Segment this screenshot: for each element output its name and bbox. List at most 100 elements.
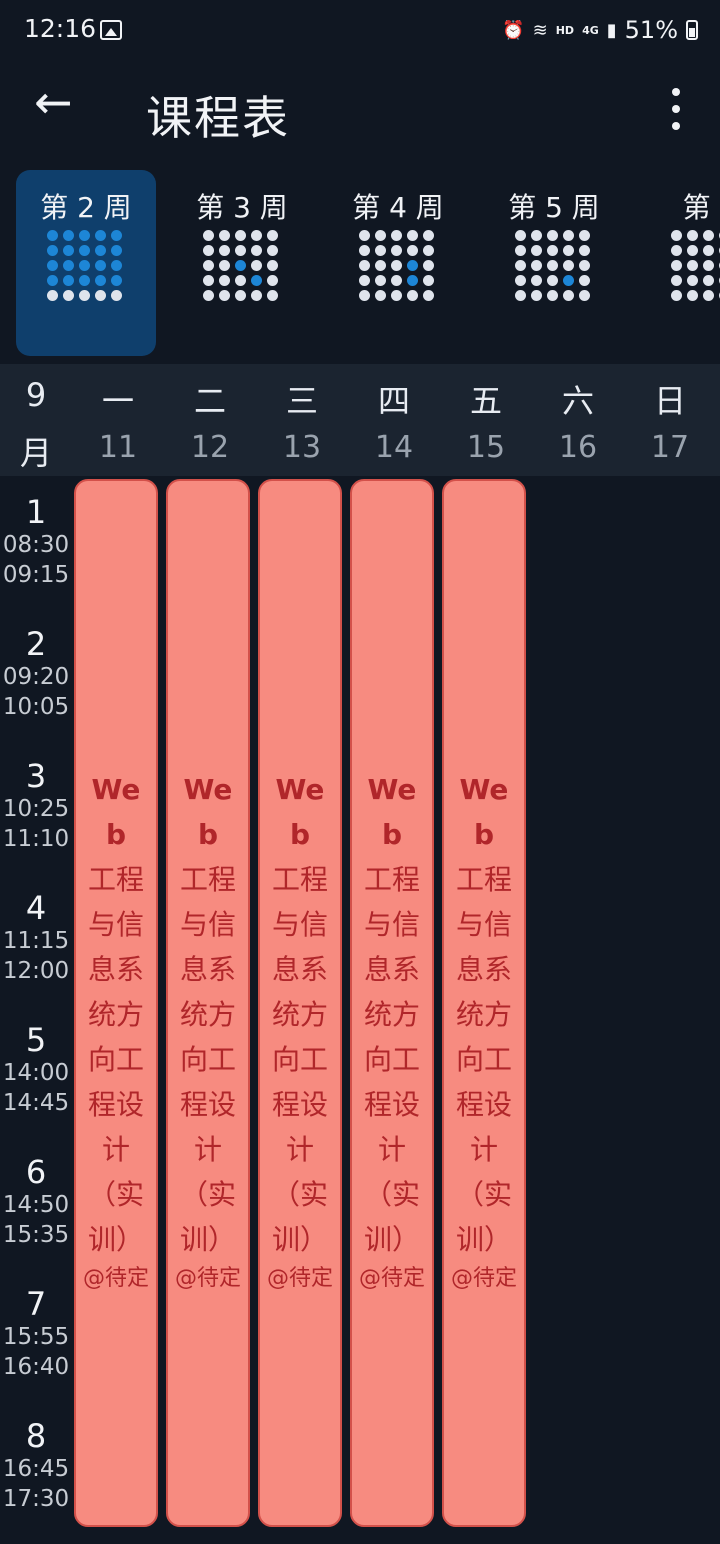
week-dot [531, 230, 542, 241]
course-name-cn: 工程与信息系统方向工程设计（实训） [363, 863, 420, 1256]
status-icons: ⏰ ≋ HD 4G ▮ 51% [502, 16, 698, 44]
week-dot [203, 275, 214, 286]
day-column-header: 三 13 [256, 364, 348, 476]
day-name: 日 [653, 382, 686, 420]
more-vertical-icon[interactable] [660, 86, 690, 132]
week-dot [547, 275, 558, 286]
week-dot [407, 260, 418, 271]
course-name-en: Web [275, 773, 325, 851]
week-label: 第 5 周 [508, 191, 600, 224]
week-item[interactable]: 第 4 周 [328, 170, 468, 356]
week-dot [391, 230, 402, 241]
day-name: 二 [193, 382, 226, 420]
period-start: 14:00 [2, 1060, 70, 1086]
week-dot [375, 245, 386, 256]
signal-icon: ▮ [606, 19, 617, 41]
day-column-header: 一 11 [72, 364, 164, 476]
week-dot [515, 290, 526, 301]
course-location: @待定 [82, 1266, 149, 1291]
day-column-header: 四 14 [348, 364, 440, 476]
period-slot: 2 09:20 10:05 [0, 626, 72, 722]
app-bar: ← 课程表 [0, 62, 720, 162]
day-header: 9 月 一 11 二 12 三 13 四 14 五 15 六 16 日 17 [0, 364, 720, 476]
day-name: 一 [101, 382, 134, 420]
week-label: 第 2 周 [40, 191, 132, 224]
course-location: @待定 [266, 1266, 333, 1291]
course-block[interactable]: Web 工程与信息系统方向工程设计（实训） @待定 [442, 479, 526, 1527]
period-slot: 8 16:45 17:30 [0, 1418, 72, 1514]
period-start: 09:20 [2, 664, 70, 690]
course-location: @待定 [450, 1266, 517, 1291]
day-name: 五 [469, 382, 502, 420]
week-dot [703, 275, 714, 286]
week-dot [359, 290, 370, 301]
week-dot [531, 290, 542, 301]
week-label: 第 6 [682, 191, 720, 224]
wifi-icon: ≋ [532, 19, 548, 41]
course-block[interactable]: Web 工程与信息系统方向工程设计（实训） @待定 [350, 479, 434, 1527]
week-dot [79, 260, 90, 271]
network-type: 4G [582, 23, 599, 37]
course-name: Web 工程与信息系统方向工程设计（实训） [444, 767, 524, 1262]
week-dot [63, 230, 74, 241]
week-dot [671, 260, 682, 271]
week-dot [251, 245, 262, 256]
week-dot [251, 260, 262, 271]
day-column-header: 五 15 [440, 364, 532, 476]
arrow-left-icon[interactable]: ← [34, 79, 82, 128]
course-block[interactable]: Web 工程与信息系统方向工程设计（实训） @待定 [258, 479, 342, 1527]
course-text: Web 工程与信息系统方向工程设计（实训） @待定 [352, 767, 432, 1294]
course-block[interactable]: Web 工程与信息系统方向工程设计（实训） @待定 [166, 479, 250, 1527]
period-end: 16:40 [2, 1354, 70, 1380]
status-time: 12:16 [24, 14, 97, 43]
day-name: 四 [377, 382, 410, 420]
week-dot [203, 230, 214, 241]
week-dot [267, 230, 278, 241]
week-dot [235, 275, 246, 286]
week-item[interactable]: 第 2 周 [16, 170, 156, 356]
course-name: Web 工程与信息系统方向工程设计（实训） [260, 767, 340, 1262]
week-dot [359, 275, 370, 286]
period-number: 3 [25, 757, 47, 795]
day-date: 15 [466, 430, 506, 465]
week-item[interactable]: 第 3 周 [172, 170, 312, 356]
week-dot [671, 230, 682, 241]
day-name: 三 [285, 382, 318, 420]
week-dot [267, 260, 278, 271]
week-dot [251, 230, 262, 241]
week-dot [515, 230, 526, 241]
week-dot [219, 230, 230, 241]
week-dot [563, 275, 574, 286]
week-dot [547, 245, 558, 256]
week-dot [391, 245, 402, 256]
week-dot [203, 245, 214, 256]
week-dot [563, 260, 574, 271]
period-start: 14:50 [2, 1192, 70, 1218]
week-dot [579, 245, 590, 256]
week-item[interactable]: 第 5 周 [484, 170, 624, 356]
week-item[interactable]: 第 6 [640, 170, 720, 356]
week-dot [219, 275, 230, 286]
period-end: 15:35 [2, 1222, 70, 1248]
course-block[interactable]: Web 工程与信息系统方向工程设计（实训） @待定 [74, 479, 158, 1527]
week-dot [563, 290, 574, 301]
week-dot [63, 275, 74, 286]
gallery-notification-icon [100, 20, 122, 40]
period-start: 10:25 [2, 796, 70, 822]
week-dot [203, 260, 214, 271]
week-dot [671, 245, 682, 256]
week-dot [111, 260, 122, 271]
week-selector[interactable]: 第 2 周 第 3 周 第 4 周 第 5 周 第 6 [0, 170, 720, 356]
week-dot [687, 230, 698, 241]
week-dot [687, 290, 698, 301]
day-date: 16 [558, 430, 598, 465]
week-dot [79, 290, 90, 301]
week-dot [63, 245, 74, 256]
week-dot [703, 260, 714, 271]
week-dot [95, 260, 106, 271]
week-dot [531, 245, 542, 256]
period-number: 7 [25, 1285, 47, 1323]
week-dot [375, 275, 386, 286]
day-column-header: 日 17 [624, 364, 716, 476]
course-name-cn: 工程与信息系统方向工程设计（实训） [87, 863, 144, 1256]
